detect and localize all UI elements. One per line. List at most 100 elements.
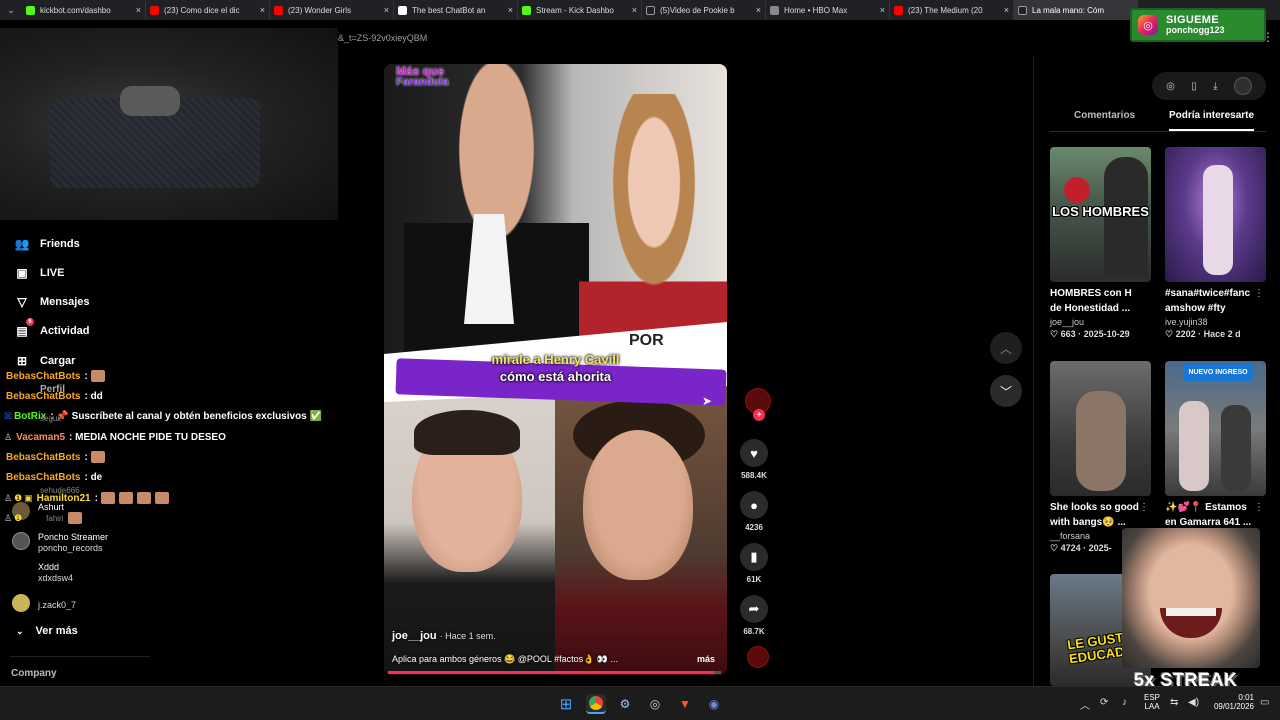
video-thumbnail bbox=[1050, 361, 1151, 496]
discord-icon[interactable]: ◉ bbox=[704, 694, 724, 714]
heart-outline-icon: ♡ bbox=[1165, 329, 1176, 339]
card-meta: ♡ 663 · 2025-10-29 bbox=[1050, 329, 1130, 339]
video-author[interactable]: joe__jou bbox=[392, 630, 437, 642]
avatar bbox=[12, 562, 30, 580]
chrome-icon[interactable] bbox=[586, 694, 606, 714]
more-link[interactable]: más bbox=[697, 654, 715, 664]
close-tab-icon[interactable]: × bbox=[260, 5, 265, 15]
browser-tab[interactable]: (23) Wonder Girls × bbox=[270, 0, 394, 20]
tab-favicon-icon bbox=[26, 5, 35, 15]
share-button[interactable]: ➦ 68.7K bbox=[736, 595, 772, 636]
follow-banner-handle: ponchogg123 bbox=[1166, 25, 1225, 36]
suggested-account[interactable]: Poncho Streamer poncho_records bbox=[12, 532, 108, 555]
tab-comments[interactable]: Comentarios bbox=[1074, 110, 1135, 121]
network-icon[interactable]: ⇆ bbox=[1170, 697, 1178, 708]
close-tab-icon[interactable]: × bbox=[384, 5, 389, 15]
video-progress-fill bbox=[388, 671, 715, 674]
browser-tab[interactable]: Stream - Kick Dashbo × bbox=[518, 0, 642, 20]
steam-icon[interactable]: ⚙ bbox=[615, 694, 635, 714]
chat-message: ♙ Vacaman5: MEDIA NOCHE PIDE TU DESEO bbox=[4, 431, 226, 443]
windows-start-icon[interactable]: ⊞ bbox=[556, 694, 576, 714]
close-tab-icon[interactable]: × bbox=[136, 5, 141, 15]
brave-icon[interactable]: ▼ bbox=[675, 694, 695, 714]
more-options-icon[interactable]: ⋮ bbox=[1139, 502, 1149, 513]
gift-badge-icon: ❶ bbox=[14, 512, 23, 523]
share-icon: ➦ bbox=[740, 595, 768, 623]
browser-menu-icon[interactable]: ⋮ bbox=[1262, 30, 1274, 44]
screen: ⌄ kickbot.com/dashbo × (23) Como dice el … bbox=[0, 0, 1280, 720]
clock[interactable]: 0:01 09/01/2026 bbox=[1210, 693, 1254, 711]
chat-message: BebasChatBots: dd bbox=[6, 390, 103, 402]
avatar bbox=[12, 532, 30, 550]
recommended-video-card[interactable]: NUEVO INGRESO ⋮ ✨💕📍 Estamos en Gamarra 6… bbox=[1165, 361, 1266, 530]
sound-avatar[interactable] bbox=[740, 646, 776, 668]
video-progress-bar[interactable] bbox=[388, 671, 721, 674]
tab-favicon-icon bbox=[894, 5, 903, 15]
company-link[interactable]: Company bbox=[11, 668, 57, 679]
close-tab-icon[interactable]: × bbox=[756, 5, 761, 15]
microphone-icon[interactable]: ♪ bbox=[1122, 697, 1127, 708]
browser-tab[interactable]: The best ChatBot an × bbox=[394, 0, 518, 20]
avatar bbox=[12, 594, 30, 612]
language-indicator[interactable]: ESP LAA bbox=[1144, 693, 1160, 711]
tray-overflow-icon[interactable]: ︿ bbox=[1080, 697, 1090, 712]
more-options-icon[interactable]: ⋮ bbox=[1254, 288, 1264, 299]
creator-avatar[interactable]: + bbox=[740, 388, 776, 421]
compass-icon[interactable]: ◎ bbox=[1166, 81, 1175, 92]
recommended-video-card[interactable]: LOS HOMBRES HOMBRES con H de Honestidad … bbox=[1050, 147, 1151, 340]
tab-search-icon[interactable]: ⌄ bbox=[0, 0, 22, 20]
instagram-icon: ◎ bbox=[1138, 15, 1158, 35]
browser-tab[interactable]: (23) The Medium (20 × bbox=[890, 0, 1014, 20]
see-more-button[interactable]: ⌄ Ver más bbox=[16, 625, 78, 637]
browser-tab[interactable]: (5)Video de Pookie b × bbox=[642, 0, 766, 20]
browser-tab[interactable]: (23) Como dice el dic × bbox=[146, 0, 270, 20]
mouse-cursor-icon: ➤ bbox=[702, 394, 713, 408]
video-player[interactable]: Más que Farandula POR mírale a Henry Cavi… bbox=[384, 64, 727, 675]
follow-plus-icon[interactable]: + bbox=[753, 409, 765, 421]
tab-favicon-icon bbox=[398, 5, 407, 15]
tab-favicon-icon bbox=[274, 5, 283, 15]
nav-upload[interactable]: ⊞ Cargar bbox=[14, 353, 76, 369]
tab-you-may-like[interactable]: Podría interesarte bbox=[1169, 110, 1255, 131]
save-button[interactable]: ▮ 61K bbox=[736, 543, 772, 584]
next-video-button[interactable]: ﹀ bbox=[990, 375, 1022, 407]
close-tab-icon[interactable]: × bbox=[508, 5, 513, 15]
close-tab-icon[interactable]: × bbox=[880, 5, 885, 15]
browser-tab-active[interactable]: La mala mano: Cóm bbox=[1014, 0, 1138, 20]
notification-icon[interactable]: ▭ bbox=[1260, 697, 1269, 708]
url-fragment[interactable]: &_t=ZS-92v0xieyQBM bbox=[338, 28, 427, 48]
upload-icon: ⊞ bbox=[16, 354, 28, 368]
previous-video-button[interactable]: ︿ bbox=[990, 332, 1022, 364]
nav-friends[interactable]: 👥 Friends bbox=[14, 236, 80, 252]
more-options-icon[interactable]: ⋮ bbox=[1254, 502, 1264, 513]
comment-button[interactable]: ● 4236 bbox=[736, 491, 772, 532]
phone-icon[interactable]: ▯ bbox=[1191, 81, 1197, 92]
divider bbox=[10, 656, 150, 657]
tray-app-icon[interactable]: ⟳ bbox=[1100, 697, 1108, 708]
volume-icon[interactable]: ◀) bbox=[1188, 697, 1199, 708]
suggested-account[interactable]: Xddd xdxdsw4 bbox=[12, 562, 73, 585]
obs-icon[interactable]: ◎ bbox=[645, 694, 665, 714]
like-button[interactable]: ♥ 588.4K bbox=[736, 439, 772, 480]
save-count: 61K bbox=[746, 575, 762, 584]
tab-favicon-icon bbox=[1018, 5, 1027, 15]
profile-dot-icon[interactable] bbox=[1233, 77, 1252, 95]
browser-tab[interactable]: kickbot.com/dashbo × bbox=[22, 0, 146, 20]
emote-icon bbox=[100, 492, 115, 504]
close-tab-icon[interactable]: × bbox=[1004, 5, 1009, 15]
activity-badge: 6 bbox=[26, 318, 34, 326]
download-icon[interactable]: ⤓ bbox=[1213, 81, 1217, 92]
nav-activity[interactable]: ▤ 6 Actividad bbox=[14, 318, 90, 339]
close-tab-icon[interactable]: × bbox=[632, 5, 637, 15]
recommended-video-card[interactable]: ⋮ #sana#twice#fanc amshow #fty ive.yujin… bbox=[1165, 147, 1266, 340]
browser-tab[interactable]: Home • HBO Max × bbox=[766, 0, 890, 20]
like-count: 588.4K bbox=[741, 471, 767, 480]
share-count: 68.7K bbox=[743, 627, 765, 636]
user-badge-icon: ♙ bbox=[4, 512, 13, 523]
nav-messages[interactable]: ▽ Mensajes bbox=[14, 294, 89, 310]
recommended-video-card[interactable]: ⋮ She looks so good with bangs🥺 ... __fo… bbox=[1050, 361, 1151, 554]
suggested-account[interactable]: j.zack0_7 bbox=[12, 594, 76, 612]
follow-banner: ◎ SIGUEME ponchogg123 bbox=[1130, 8, 1266, 42]
nav-live[interactable]: ▣ LIVE bbox=[14, 265, 64, 281]
chevron-down-icon: ﹀ bbox=[999, 384, 1012, 399]
